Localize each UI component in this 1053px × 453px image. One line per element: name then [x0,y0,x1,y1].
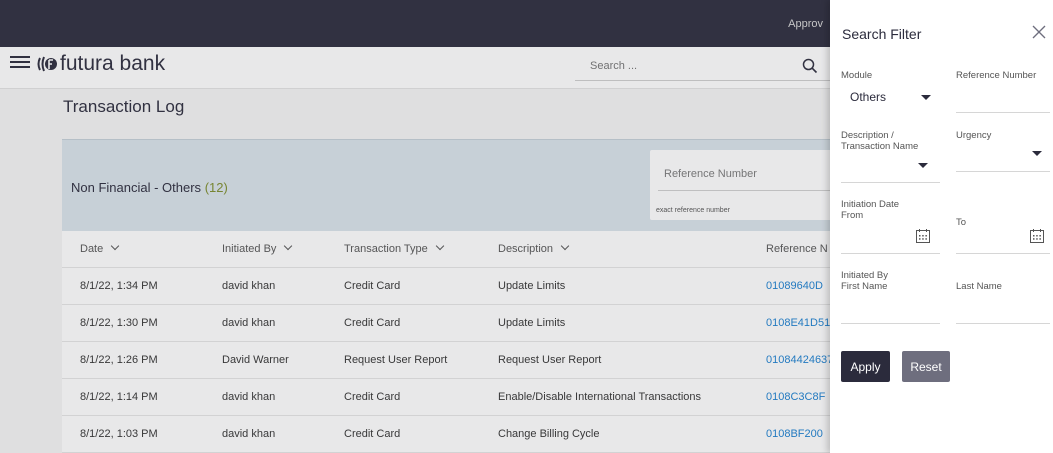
initiation-from-input[interactable] [841,253,940,254]
page-title: Transaction Log [63,97,185,116]
urgency-label: Urgency [956,130,992,141]
close-icon[interactable] [1031,24,1047,40]
calendar-icon[interactable] [915,228,931,244]
reference-hint: exact reference number [656,207,730,214]
cell-date: 8/1/22, 1:26 PM [80,354,158,366]
cell-description: Request User Report [498,354,602,366]
table-row[interactable]: 8/1/22, 1:03 PM david khan Credit Card C… [62,416,830,453]
initiated-by-label-line2: First Name [841,281,888,292]
header-date[interactable]: Date [80,241,120,255]
description-label-line1: Description / [841,130,894,141]
header-reference[interactable]: Reference N [766,243,830,255]
futura-logo-icon [37,56,57,72]
cell-transaction-type: Credit Card [344,280,401,292]
filter-reference-input[interactable] [956,112,1050,113]
initiation-from-label-line2: From [841,210,864,221]
cell-transaction-type: Credit Card [344,391,401,403]
cell-initiated-by: david khan [222,317,276,329]
to-date-input[interactable] [956,253,1050,254]
cell-description: Update Limits [498,280,566,292]
cell-date: 8/1/22, 1:03 PM [80,428,158,440]
chevron-down-icon [111,241,120,251]
cell-initiated-by: david khan [222,391,276,403]
search-filter-panel: Search Filter Module Others Reference Nu… [830,0,1053,453]
cell-reference-link[interactable]: 0108E41D51 [766,317,830,329]
calendar-icon[interactable] [1029,228,1045,244]
apply-button[interactable]: Apply [841,351,890,382]
filter-title: Search Filter [842,26,922,42]
chevron-down-icon [435,241,445,251]
cell-date: 8/1/22, 1:14 PM [80,391,158,403]
header-description-label: Description [498,243,554,255]
cell-initiated-by: david khan [222,428,276,440]
last-name-input[interactable] [956,323,1050,324]
cell-transaction-type: Request User Report [344,354,448,366]
filter-reference-label: Reference Number [956,70,1037,81]
header-initiated-by[interactable]: Initiated By [222,241,293,255]
chevron-down-icon[interactable] [1032,151,1042,156]
summary-card: Non Financial - Others (12) Reference Nu… [62,139,850,231]
brand-bar: futura bank [0,47,830,89]
table-row[interactable]: 8/1/22, 1:14 PM david khan Credit Card E… [62,379,830,416]
approvals-link[interactable]: Approv [788,18,823,30]
description-label-line2: Transaction Name [841,141,919,152]
cell-description: Enable/Disable International Transaction… [498,391,702,403]
reference-number-label: Reference Number [664,168,757,180]
cell-description: Update Limits [498,317,566,329]
cell-initiated-by: david khan [222,280,276,292]
cell-initiated-by: David Warner [222,354,289,366]
chevron-down-icon [921,95,931,100]
cell-description: Change Billing Cycle [498,428,600,440]
cell-reference-link[interactable]: 0108C3C8F [766,391,830,403]
search-icon[interactable] [802,58,818,74]
search-input[interactable] [575,53,785,79]
table-header: Date Initiated By Transaction Type Descr… [62,231,830,268]
reset-button[interactable]: Reset [902,351,950,382]
cell-date: 8/1/22, 1:30 PM [80,317,158,329]
header-transaction-type[interactable]: Transaction Type [344,241,445,255]
search-bar [575,53,830,81]
cell-reference-link[interactable]: 01084424637 [766,354,830,366]
cell-date: 8/1/22, 1:34 PM [80,280,158,292]
brand-name[interactable]: futura bank [60,52,165,76]
header-initiated-by-label: Initiated By [222,243,277,255]
module-select[interactable]: Others [841,84,940,112]
header-description[interactable]: Description [498,241,570,255]
chevron-down-icon [560,241,570,251]
last-name-label: Last Name [956,281,1002,292]
description-select[interactable] [841,182,940,183]
hamburger-icon[interactable] [10,53,30,73]
summary-label-text: Non Financial - Others [71,180,202,195]
initiated-by-label-line1: Initiated By [841,270,888,281]
cell-reference-link[interactable]: 01089640D [766,280,830,292]
table-row[interactable]: 8/1/22, 1:30 PM david khan Credit Card U… [62,305,830,342]
cell-transaction-type: Credit Card [344,428,401,440]
header-date-label: Date [80,243,104,255]
module-value: Others [850,90,887,104]
transaction-table: Date Initiated By Transaction Type Descr… [62,231,830,453]
to-date-label: To [956,217,967,228]
page-content: Transaction Log Non Financial - Others (… [0,89,850,453]
reference-number-underline [658,190,843,191]
reference-search-box[interactable]: Reference Number exact reference number [650,150,850,220]
table-row[interactable]: 8/1/22, 1:34 PM david khan Credit Card U… [62,268,830,305]
cell-reference-link[interactable]: 0108BF200 [766,428,830,440]
chevron-down-icon [284,241,293,251]
first-name-input[interactable] [841,323,940,324]
summary-label: Non Financial - Others (12) [71,180,228,195]
table-row[interactable]: 8/1/22, 1:26 PM David Warner Request Use… [62,342,830,379]
urgency-select[interactable] [956,171,1050,172]
module-label: Module [841,70,873,81]
cell-transaction-type: Credit Card [344,317,401,329]
header-transaction-type-label: Transaction Type [344,243,428,255]
summary-count: (12) [204,180,228,195]
chevron-down-icon[interactable] [918,163,928,168]
initiation-from-label-line1: Initiation Date [841,199,900,210]
